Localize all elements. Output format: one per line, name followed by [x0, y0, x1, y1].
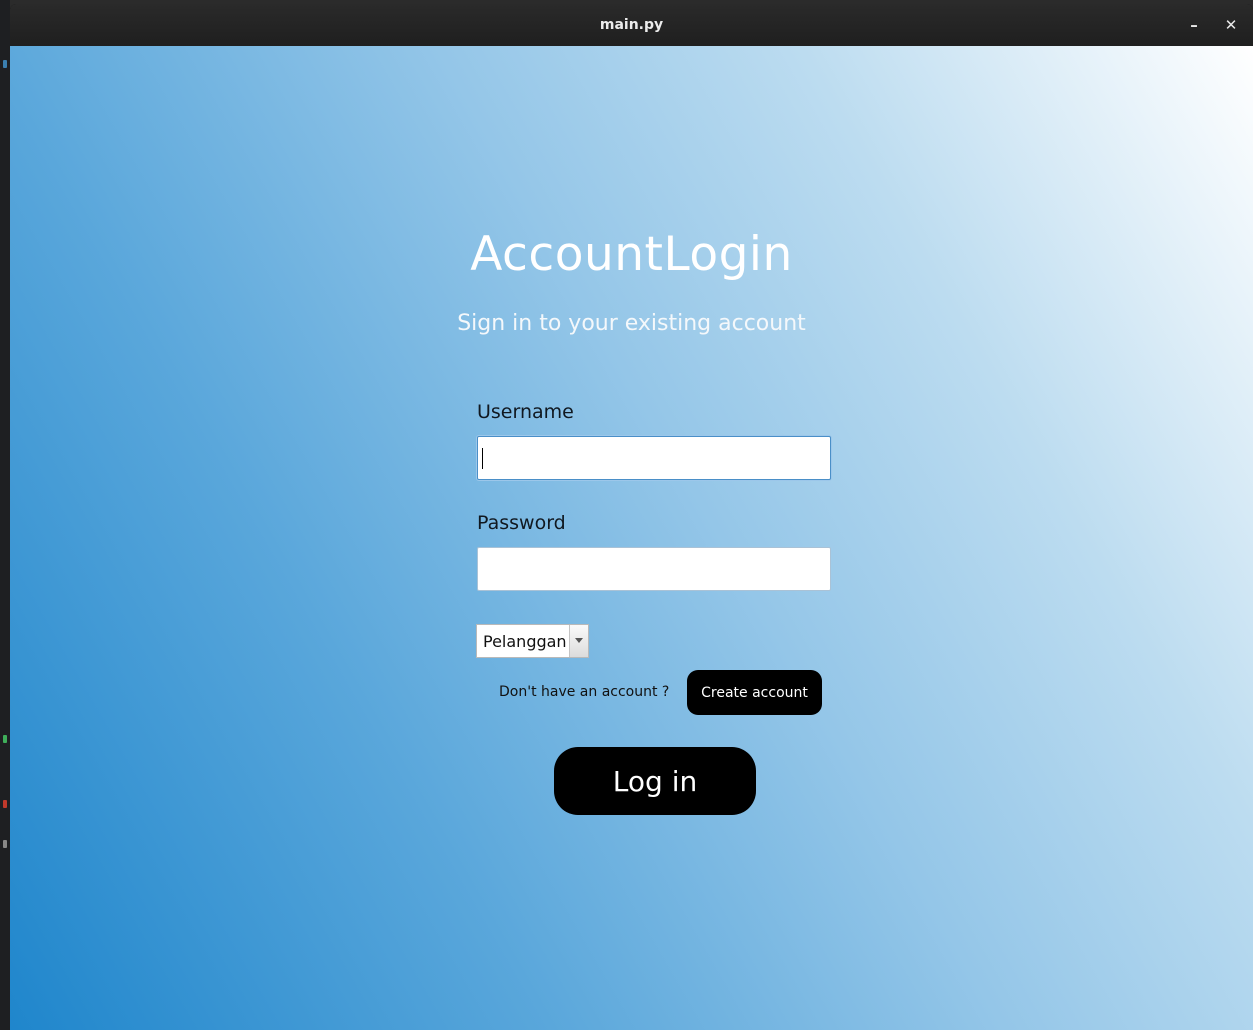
no-account-text: Don't have an account ?	[499, 684, 670, 700]
text-cursor	[482, 448, 483, 469]
minimize-icon[interactable]: –	[1183, 14, 1205, 36]
close-icon[interactable]: ✕	[1220, 14, 1242, 36]
dropdown-button[interactable]	[569, 625, 588, 657]
password-label: Password	[477, 512, 566, 534]
desktop-indicator	[3, 735, 7, 743]
page-subtitle: Sign in to your existing account	[457, 311, 806, 336]
app-window: main.py – ✕ AccountLogin Sign in to your…	[10, 4, 1253, 1030]
role-dropdown[interactable]: Pelanggan	[476, 624, 589, 658]
window-title: main.py	[599, 17, 664, 33]
desktop-indicator	[3, 800, 7, 808]
password-field[interactable]	[477, 547, 831, 591]
username-label: Username	[477, 401, 574, 423]
create-account-button[interactable]: Create account	[687, 670, 822, 715]
login-button[interactable]: Log in	[554, 747, 756, 815]
desktop-indicator	[3, 60, 7, 68]
desktop-indicator	[3, 840, 7, 848]
page-title: AccountLogin	[470, 227, 793, 282]
username-field[interactable]	[477, 436, 831, 480]
role-selected-value: Pelanggan	[483, 632, 567, 651]
title-bar[interactable]: main.py – ✕	[10, 4, 1253, 46]
login-panel: AccountLogin Sign in to your existing ac…	[10, 46, 1253, 1030]
chevron-down-icon	[575, 638, 583, 643]
desktop-edge	[0, 0, 10, 1030]
